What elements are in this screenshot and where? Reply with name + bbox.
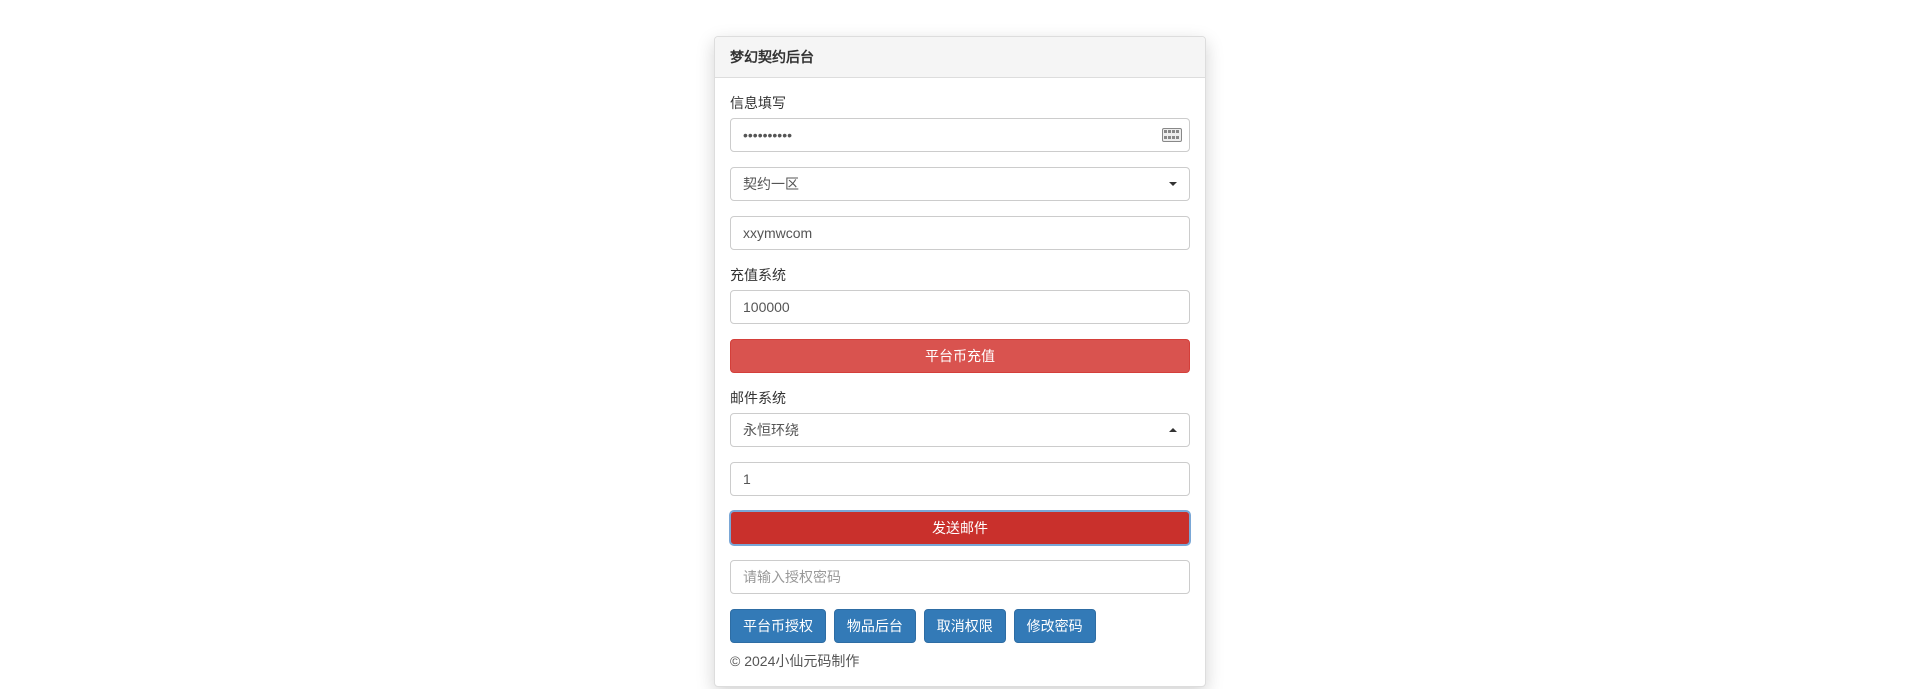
info-label: 信息填写 [730, 93, 1190, 113]
mail-item-select-value: 永恒环绕 [743, 422, 799, 438]
mail-button-group: 发送邮件 [730, 511, 1190, 545]
recharge-button-group: 平台币充值 [730, 339, 1190, 373]
password-input-wrap [730, 118, 1190, 152]
mail-section: 邮件系统 永恒环绕 [730, 388, 1190, 447]
panel-title: 梦幻契约后台 [715, 37, 1205, 78]
mail-item-select[interactable]: 永恒环绕 [730, 413, 1190, 447]
action-buttons-row: 平台币授权 物品后台 取消权限 修改密码 [730, 609, 1190, 643]
zone-select-group: 契约一区 [730, 167, 1190, 201]
zone-select[interactable]: 契约一区 [730, 167, 1190, 201]
auth-password-input[interactable] [730, 560, 1190, 594]
panel-body: 信息填写 契约一区 充值系统 平台币充值 邮件系统 [715, 78, 1205, 686]
account-input[interactable] [730, 216, 1190, 250]
mail-qty-group [730, 462, 1190, 496]
mail-qty-input[interactable] [730, 462, 1190, 496]
recharge-button[interactable]: 平台币充值 [730, 339, 1190, 373]
info-section: 信息填写 [730, 93, 1190, 152]
mail-label: 邮件系统 [730, 388, 1190, 408]
account-group [730, 216, 1190, 250]
recharge-amount-input[interactable] [730, 290, 1190, 324]
item-admin-button[interactable]: 物品后台 [834, 609, 916, 643]
recharge-label: 充值系统 [730, 265, 1190, 285]
password-input[interactable] [730, 118, 1190, 152]
chevron-down-icon [1169, 182, 1177, 186]
cancel-permission-button[interactable]: 取消权限 [924, 609, 1006, 643]
recharge-section: 充值系统 [730, 265, 1190, 324]
change-password-button[interactable]: 修改密码 [1014, 609, 1096, 643]
main-panel: 梦幻契约后台 信息填写 契约一区 充值系统 平台币充值 [714, 36, 1206, 687]
footer-text: © 2024小仙元码制作 [730, 651, 1190, 671]
auth-group [730, 560, 1190, 594]
chevron-up-icon [1169, 428, 1177, 432]
send-mail-button[interactable]: 发送邮件 [730, 511, 1190, 545]
zone-select-value: 契约一区 [743, 176, 799, 192]
authorize-button[interactable]: 平台币授权 [730, 609, 826, 643]
